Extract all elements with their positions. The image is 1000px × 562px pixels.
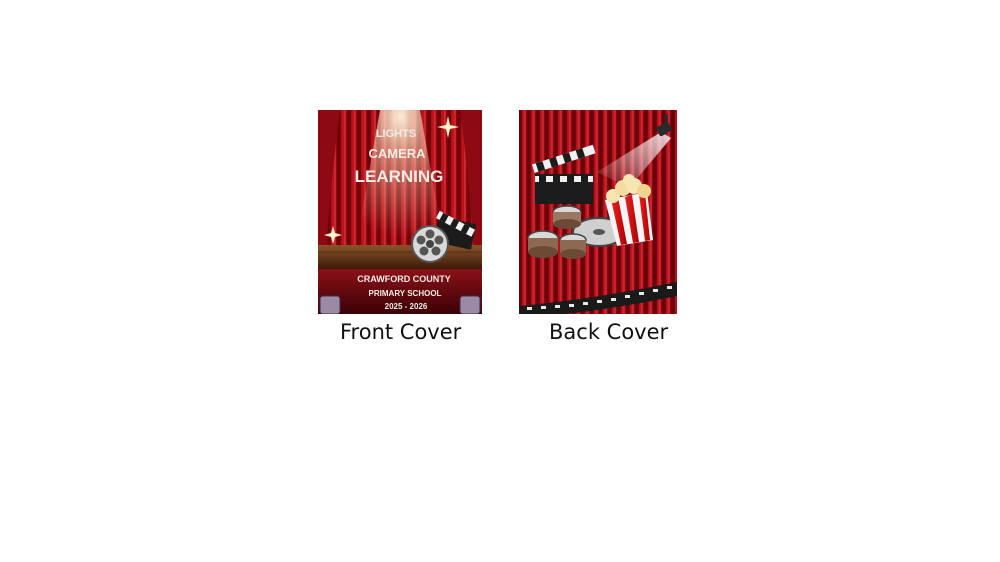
back-cover-art bbox=[519, 110, 677, 314]
front-school-line2: PRIMARY SCHOOL bbox=[369, 289, 442, 298]
front-school-years: 2025 - 2026 bbox=[385, 302, 428, 311]
front-headline-line1: LIGHTS bbox=[376, 128, 416, 140]
front-cover-caption: Front Cover bbox=[340, 320, 462, 344]
front-school-line1: CRAWFORD COUNTY bbox=[357, 274, 451, 284]
front-cover-thumbnail[interactable]: LIGHTS CAMERA LEARNING CRAWFORD COUNTY P… bbox=[318, 110, 482, 314]
film-reel-icon bbox=[411, 225, 449, 263]
front-headline-line3: LEARNING bbox=[355, 167, 444, 186]
front-cover-art: LIGHTS CAMERA LEARNING CRAWFORD COUNTY P… bbox=[318, 110, 482, 314]
canvas: LIGHTS CAMERA LEARNING CRAWFORD COUNTY P… bbox=[0, 0, 1000, 562]
back-cover-caption: Back Cover bbox=[549, 320, 669, 344]
front-headline-line2: CAMERA bbox=[368, 146, 426, 161]
back-cover-thumbnail[interactable] bbox=[519, 110, 677, 314]
